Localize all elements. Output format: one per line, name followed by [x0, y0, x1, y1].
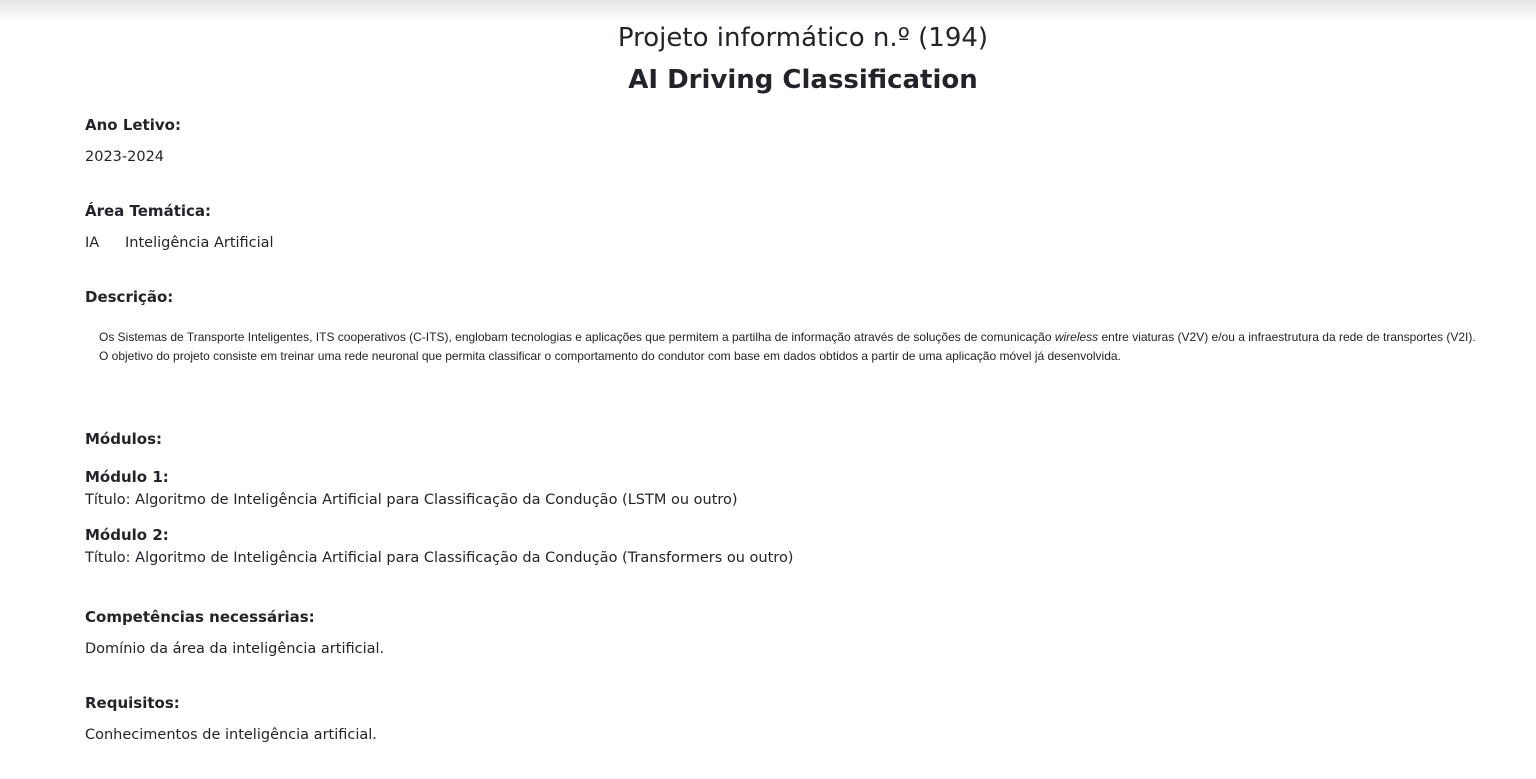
- descricao-p1-emphasis: wireless: [1054, 330, 1099, 344]
- requisitos-value: Conhecimentos de inteligência artificial…: [85, 727, 377, 743]
- area-tematica-row: IA Inteligência Artificial: [85, 233, 274, 253]
- competencias-value: Domínio da área da inteligência artifici…: [85, 641, 385, 657]
- modulos-label: Módulos:: [85, 430, 163, 448]
- page-header: Projeto informático n.º (194) AI Driving…: [0, 18, 1536, 100]
- competencias-label: Competências necessárias:: [85, 608, 315, 626]
- descricao-paragraph-2: O objetivo do projeto consiste em treina…: [99, 348, 1121, 363]
- descricao-text: Os Sistemas de Transporte Inteligentes, …: [99, 328, 1515, 365]
- module-item: Módulo 1: Título: Algoritmo de Inteligên…: [85, 468, 1085, 510]
- section-competencias: Competências necessárias: Domínio da áre…: [85, 608, 384, 659]
- module-name: Módulo 2:: [85, 526, 169, 544]
- descricao-p1-start: Os Sistemas de Transporte Inteligentes, …: [99, 330, 1055, 344]
- descricao-paragraph-1: Os Sistemas de Transporte Inteligentes, …: [99, 330, 1476, 344]
- area-code: IA: [85, 235, 100, 251]
- module-title: Título: Algoritmo de Inteligência Artifi…: [85, 550, 794, 566]
- area-tematica-label: Área Temática:: [85, 202, 212, 220]
- descricao-p1-end: entre viaturas (V2V) e/ou a infraestrutu…: [1098, 330, 1476, 344]
- ano-letivo-value: 2023-2024: [85, 149, 165, 165]
- requisitos-label: Requisitos:: [85, 694, 180, 712]
- section-descricao: Descrição: Os Sistemas de Transporte Int…: [85, 288, 1515, 365]
- section-modulos: Módulos: Módulo 1: Título: Algoritmo de …: [85, 430, 1085, 568]
- descricao-label: Descrição:: [85, 288, 174, 306]
- project-name-title: AI Driving Classification: [628, 65, 978, 95]
- module-name: Módulo 1:: [85, 468, 169, 486]
- project-number-title: Projeto informático n.º (194): [617, 23, 989, 53]
- section-ano-letivo: Ano Letivo: 2023-2024: [85, 116, 181, 167]
- module-title: Título: Algoritmo de Inteligência Artifi…: [85, 492, 738, 508]
- section-requisitos: Requisitos: Conhecimentos de inteligênci…: [85, 694, 377, 745]
- ano-letivo-label: Ano Letivo:: [85, 116, 181, 134]
- module-item: Módulo 2: Título: Algoritmo de Inteligên…: [85, 526, 1085, 568]
- section-area-tematica: Área Temática: IA Inteligência Artificia…: [85, 202, 274, 253]
- area-name: Inteligência Artificial: [125, 235, 274, 251]
